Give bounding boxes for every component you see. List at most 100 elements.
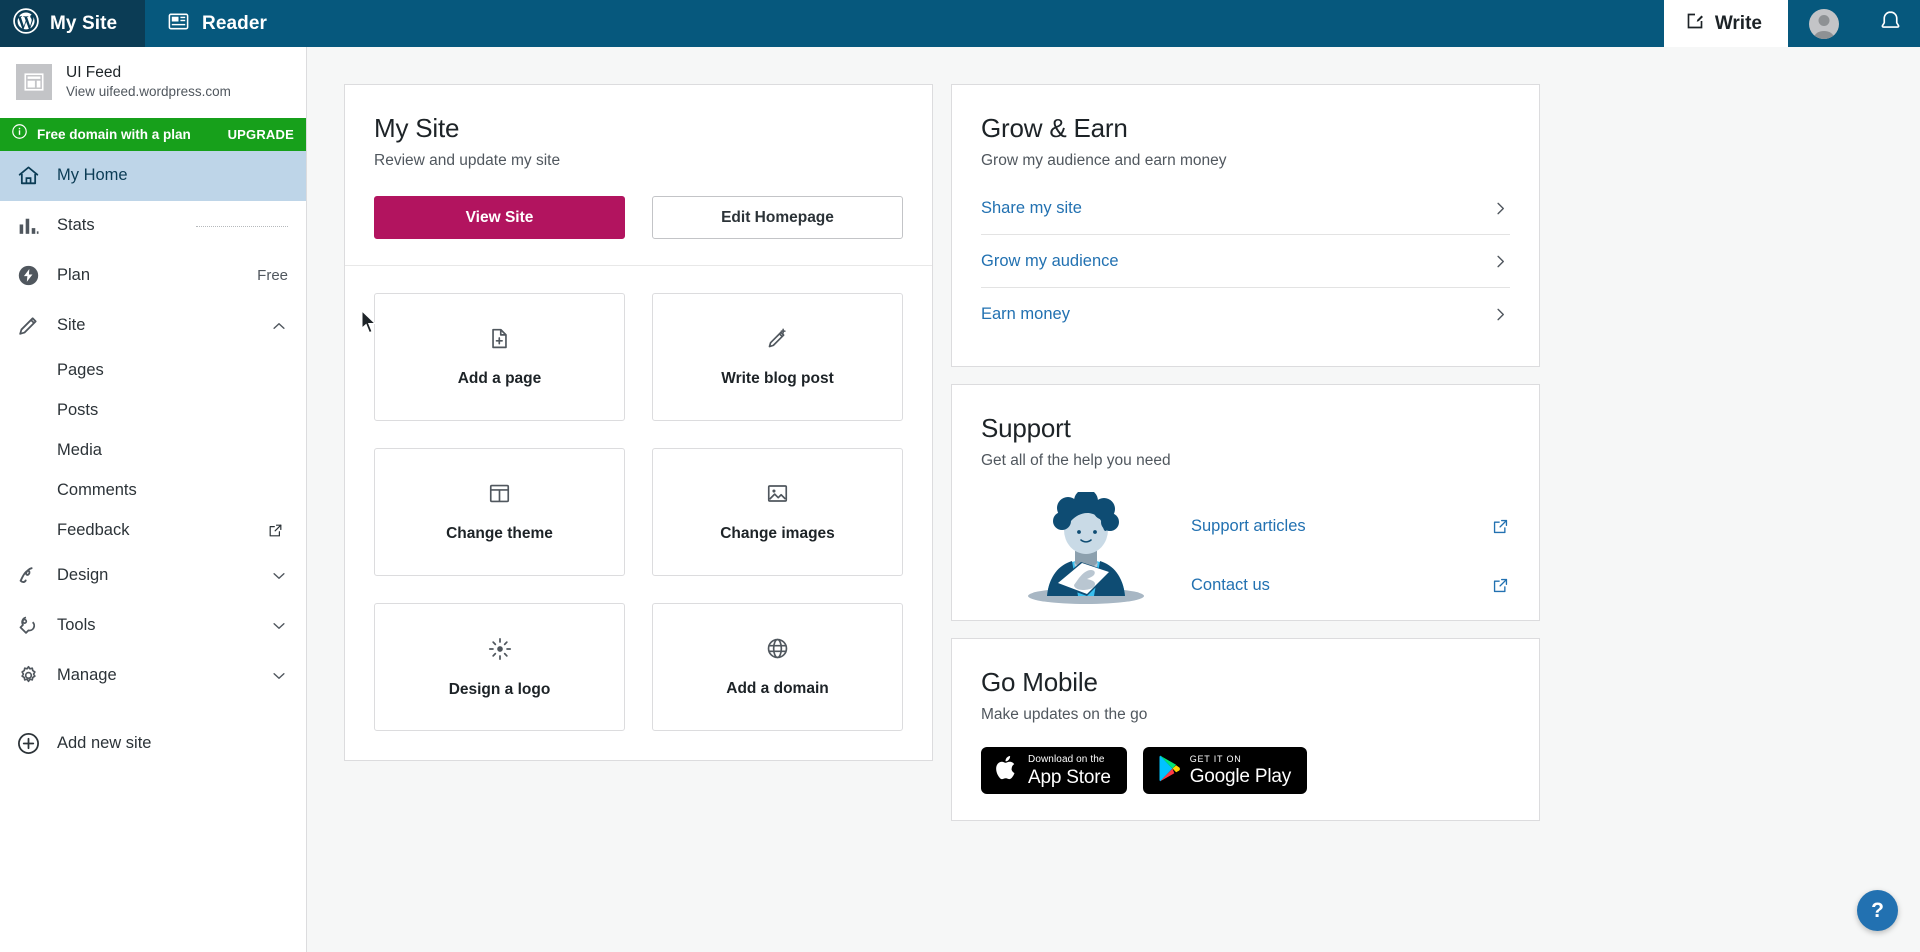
grow-and-earn-body: Grow & Earn Grow my audience and earn mo… — [952, 85, 1539, 366]
google-play-badge-small: GET IT ON — [1189, 754, 1242, 764]
go-mobile-title: Go Mobile — [981, 667, 1098, 697]
design-squiggle-icon — [16, 563, 46, 588]
wrench-icon — [16, 613, 46, 638]
my-site-card-title: My Site — [374, 113, 460, 143]
page-add-icon — [487, 326, 512, 356]
chevron-right-icon — [1491, 305, 1510, 324]
my-site-card-buttons: View Site Edit Homepage — [374, 196, 903, 239]
write-button[interactable]: Write — [1663, 0, 1788, 47]
edit-homepage-button[interactable]: Edit Homepage — [652, 196, 903, 239]
link-earn-money-label: Earn money — [981, 305, 1070, 323]
upgrade-banner-text: Free domain with a plan — [37, 126, 191, 142]
external-link-icon — [1491, 576, 1510, 595]
tile-design-a-logo[interactable]: Design a logo — [374, 603, 625, 731]
plan-bolt-icon — [16, 263, 46, 288]
sidebar-item-comments[interactable]: Comments — [0, 471, 306, 511]
app-store-badge-small: Download on the — [1028, 753, 1105, 765]
masthead-my-site-tab[interactable]: My Site — [0, 0, 145, 47]
sidebar-item-media-label: Media — [57, 441, 102, 460]
sidebar-item-plan[interactable]: Plan Free — [0, 251, 306, 301]
image-icon — [765, 481, 790, 511]
sidebar-item-posts-label: Posts — [57, 401, 99, 420]
sidebar-item-site-label: Site — [57, 316, 86, 335]
sidebar-item-feedback[interactable]: Feedback — [0, 511, 306, 551]
link-support-articles[interactable]: Support articles — [1191, 504, 1510, 549]
tile-write-blog-post[interactable]: Write blog post — [652, 293, 903, 421]
chevron-right-icon — [1491, 199, 1510, 218]
link-support-articles-label: Support articles — [1191, 517, 1306, 535]
app-store-badge-big: App Store — [1028, 766, 1111, 788]
sidebar-item-design[interactable]: Design — [0, 551, 306, 601]
tile-design-a-logo-label: Design a logo — [448, 680, 551, 698]
link-grow-my-audience[interactable]: Grow my audience — [981, 235, 1510, 288]
tile-change-images[interactable]: Change images — [652, 448, 903, 576]
upgrade-banner[interactable]: Free domain with a plan UPGRADE — [0, 117, 306, 151]
support-card-subtitle: Get all of the help you need — [981, 452, 1171, 469]
sidebar-item-posts[interactable]: Posts — [0, 391, 306, 431]
link-earn-money[interactable]: Earn money — [981, 288, 1510, 340]
sidebar-item-pages[interactable]: Pages — [0, 351, 306, 391]
my-site-card-subtitle: Review and update my site — [374, 152, 561, 169]
link-contact-us-label: Contact us — [1191, 576, 1270, 594]
avatar — [1809, 8, 1839, 39]
upgrade-banner-cta[interactable]: UPGRADE — [228, 127, 294, 142]
link-share-my-site-label: Share my site — [981, 199, 1082, 217]
sidebar-site-header[interactable]: UI Feed View uifeed.wordpress.com — [0, 47, 306, 118]
support-card-body: Support Get all of the help you need Sup… — [952, 385, 1539, 620]
sidebar-item-tools[interactable]: Tools — [0, 601, 306, 651]
main-left-column: My Site Review and update my site View S… — [344, 84, 933, 952]
sidebar-item-add-new-site[interactable]: Add new site — [0, 719, 306, 769]
user-avatar-button[interactable] — [1788, 0, 1860, 47]
tile-add-a-domain[interactable]: Add a domain — [652, 603, 903, 731]
sidebar-item-manage-label: Manage — [57, 666, 117, 685]
tile-add-a-domain-label: Add a domain — [726, 680, 829, 697]
go-mobile-subtitle: Make updates on the go — [981, 706, 1148, 723]
sidebar-item-site[interactable]: Site — [0, 301, 306, 351]
sidebar-divider-space — [0, 701, 306, 719]
tile-change-images-label: Change images — [720, 525, 835, 542]
apple-logo-icon — [994, 754, 1019, 787]
help-button[interactable]: ? — [1857, 890, 1898, 931]
sidebar: UI Feed View uifeed.wordpress.com Free d… — [0, 47, 307, 952]
google-play-badge-big: Google Play — [1189, 766, 1292, 787]
link-contact-us[interactable]: Contact us — [1191, 563, 1510, 608]
notifications-button[interactable] — [1860, 0, 1920, 47]
app-store-badge[interactable]: Download on the App Store — [981, 747, 1127, 794]
link-share-my-site[interactable]: Share my site — [981, 182, 1510, 235]
view-site-button[interactable]: View Site — [374, 196, 625, 239]
support-card: Support Get all of the help you need Sup… — [951, 384, 1540, 621]
gear-icon — [16, 663, 46, 688]
sidebar-item-pages-label: Pages — [57, 361, 104, 380]
sidebar-item-media[interactable]: Media — [0, 431, 306, 471]
sidebar-item-feedback-label: Feedback — [57, 521, 130, 540]
tile-change-theme-label: Change theme — [446, 525, 553, 542]
globe-icon — [765, 636, 790, 666]
masthead-reader-tab[interactable]: Reader — [145, 0, 289, 47]
sidebar-item-comments-label: Comments — [57, 481, 137, 500]
link-grow-my-audience-label: Grow my audience — [981, 252, 1119, 270]
tile-add-a-page[interactable]: Add a page — [374, 293, 625, 421]
tile-write-blog-post-label: Write blog post — [721, 370, 834, 387]
app-store-badge-text: Download on the App Store — [1028, 753, 1111, 788]
support-person-illustration — [981, 492, 1191, 604]
support-card-content: Support articles Contact us — [981, 492, 1510, 608]
tile-change-theme[interactable]: Change theme — [374, 448, 625, 576]
plan-badge: Free — [257, 267, 288, 285]
sidebar-nav: My Home Stats Plan Free Site Pages Posts… — [0, 150, 306, 779]
external-link-icon — [1491, 517, 1510, 536]
chevron-down-icon — [270, 667, 288, 685]
write-button-label: Write — [1714, 12, 1762, 34]
home-icon — [16, 163, 46, 188]
main-right-column: Grow & Earn Grow my audience and earn mo… — [951, 84, 1540, 952]
sidebar-item-stats-label: Stats — [57, 216, 95, 235]
app-store-badges: Download on the App Store GET IT ON Goog… — [981, 747, 1510, 794]
google-play-badge[interactable]: GET IT ON Google Play — [1142, 747, 1308, 794]
sparkle-logo-icon — [487, 636, 513, 667]
sidebar-item-stats[interactable]: Stats — [0, 201, 306, 251]
go-mobile-card: Go Mobile Make updates on the go Downloa… — [951, 638, 1540, 821]
my-site-card: My Site Review and update my site View S… — [344, 84, 933, 761]
sidebar-item-manage[interactable]: Manage — [0, 651, 306, 701]
masthead-right-controls: Write — [1663, 0, 1920, 47]
sidebar-item-my-home[interactable]: My Home — [0, 150, 306, 201]
help-question-icon: ? — [1871, 898, 1884, 922]
